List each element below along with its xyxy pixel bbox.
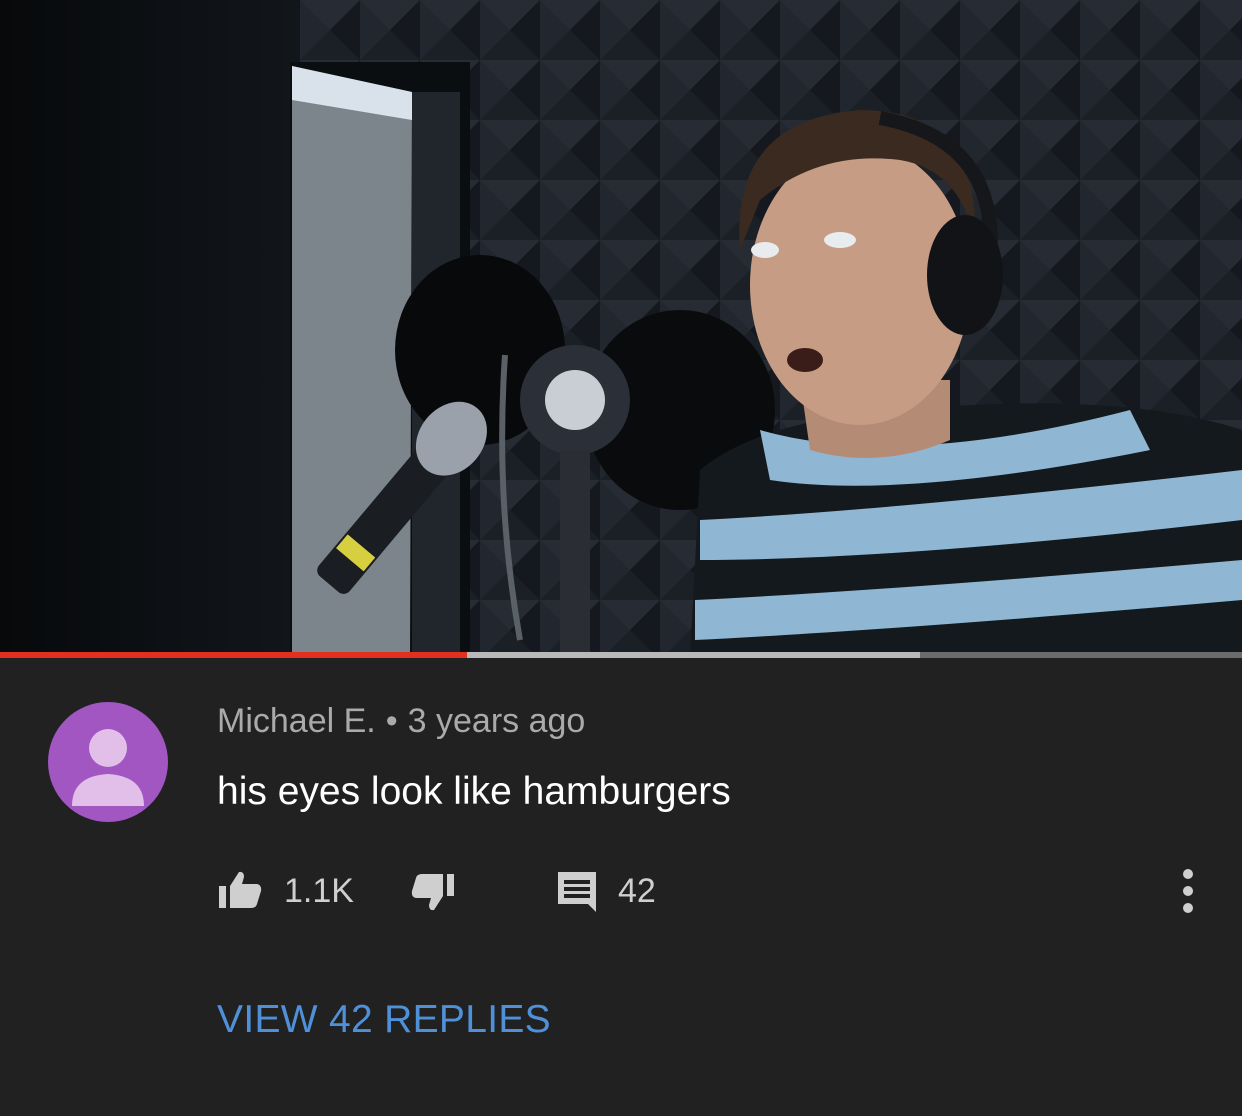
comment-author[interactable]: Michael E. bbox=[217, 702, 376, 740]
more-vertical-icon[interactable] bbox=[1172, 866, 1204, 916]
comment-meta: Michael E. • 3 years ago bbox=[217, 702, 585, 741]
reply-count: 42 bbox=[618, 872, 656, 910]
default-user-icon bbox=[48, 702, 168, 822]
view-replies-button[interactable]: VIEW 42 REPLIES bbox=[217, 998, 551, 1042]
comment-item: Michael E. • 3 years ago his eyes look lik… bbox=[0, 658, 1242, 1116]
thumbs-up-icon[interactable] bbox=[217, 870, 263, 910]
comment-text: his eyes look like hamburgers bbox=[217, 770, 731, 813]
comment-timestamp: 3 years ago bbox=[407, 702, 586, 740]
comment-icon[interactable] bbox=[556, 870, 598, 914]
thumbs-down-icon[interactable] bbox=[410, 872, 456, 912]
comment-actions: 1.1K 42 bbox=[0, 866, 1242, 916]
avatar[interactable] bbox=[48, 702, 168, 822]
meta-separator: • bbox=[385, 702, 398, 740]
video-frame bbox=[0, 0, 1242, 658]
video-player[interactable] bbox=[0, 0, 1242, 658]
like-count: 1.1K bbox=[284, 872, 354, 910]
